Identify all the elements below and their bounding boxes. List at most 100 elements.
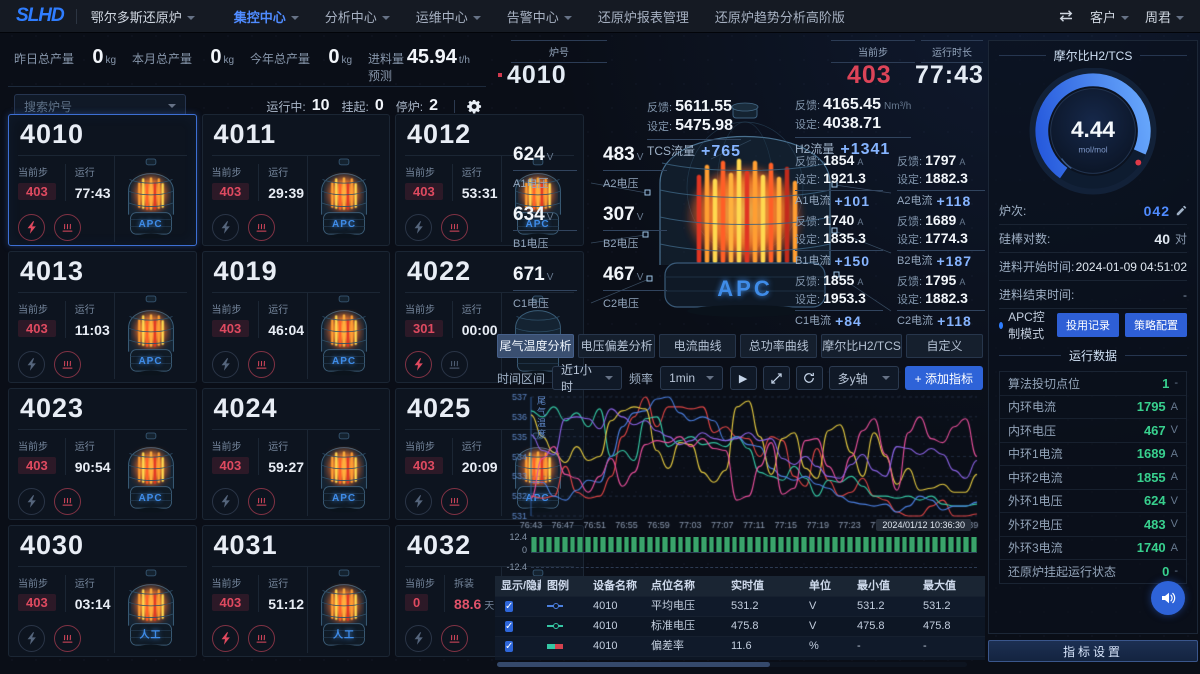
play-button[interactable]: ▶	[730, 366, 757, 390]
current-step: 当前步 403	[212, 438, 259, 475]
nav-menu-item[interactable]: 还原炉报表管理	[598, 7, 689, 26]
chevron-down-icon	[564, 16, 572, 20]
furnace-no-label: 炉号	[511, 40, 607, 63]
runtime-data-list: 算法投切点位 1 - 内环电流 1795 A 内环电压 467 V 中环1电流 …	[999, 371, 1187, 584]
gauge-title-row: 摩尔比H2/TCS	[999, 43, 1187, 67]
voltage-item: 634V B1电压	[513, 204, 577, 251]
data-label: 还原炉挂起运行状态	[1008, 563, 1116, 580]
fullscreen-icon[interactable]	[763, 366, 790, 390]
runtime-data-row: 内环电压 467 V	[1000, 419, 1186, 443]
navigator-baseline	[531, 567, 977, 568]
data-value: 1	[1162, 376, 1169, 391]
unit: %	[803, 637, 851, 656]
furnace-thumbnail: APC	[114, 293, 187, 379]
heat-icon	[441, 488, 468, 515]
data-unit: V	[1171, 518, 1178, 530]
user-menu-item[interactable]: 周君	[1145, 7, 1184, 26]
runtime-data-row: 算法投切点位 1 -	[1000, 372, 1186, 396]
furnace-card[interactable]: 4024 当前步 403 运行 59:27	[202, 388, 391, 520]
voltage-item: 483V A2电压	[603, 144, 667, 191]
run-time: 运行 77:43	[65, 164, 114, 201]
current-step: 当前步 403	[212, 164, 259, 201]
power-icon	[18, 488, 45, 515]
nav-menu-item[interactable]: 分析中心	[325, 7, 390, 26]
point-name: 平均电压	[645, 597, 725, 616]
divider	[454, 100, 455, 113]
current-item: 反馈: 1740 A 设定: 1835.3 B1电流+150	[795, 212, 883, 269]
runtime-data-row: 内环电流 1795 A	[1000, 396, 1186, 420]
furnace-card[interactable]: 4013 当前步 403 运行 11:03	[8, 251, 197, 383]
analysis-tab[interactable]: 自定义	[906, 334, 983, 358]
furnace-thumbnail: 人工	[114, 567, 187, 653]
navigator-bars[interactable]	[531, 537, 977, 553]
chevron-down-icon	[168, 104, 176, 108]
stat-label: 昨日总产量	[14, 50, 74, 67]
nav-menu-item[interactable]: 告警中心	[507, 7, 572, 26]
kpi-panel: 摩尔比H2/TCS 4.44 mol/mol 炉次: 042 硅棒对数: 40 …	[988, 40, 1198, 634]
analysis-tab[interactable]: 总功率曲线	[740, 334, 817, 358]
visibility-checkbox[interactable]: ✓	[505, 621, 513, 632]
current-item: 反馈: 1795 A 设定: 1882.3 C2电流+118	[897, 272, 985, 329]
time-range-select[interactable]: 近1小时	[552, 366, 622, 390]
nav-menu-item[interactable]: 还原炉趋势分析高阶版	[715, 7, 845, 26]
usage-record-button[interactable]: 投用记录	[1057, 313, 1119, 337]
strategy-config-button[interactable]: 策略配置	[1125, 313, 1187, 337]
time-range-label: 时间区间	[497, 370, 545, 387]
device-name: 4010	[587, 637, 645, 656]
current-step: 当前步 301	[405, 301, 452, 338]
furnace-card[interactable]: 4023 当前步 403 运行 90:54	[8, 388, 197, 520]
app-logo: SLHD	[16, 5, 64, 27]
multi-axis-select[interactable]: 多y轴	[829, 366, 899, 390]
furnace-card[interactable]: 4030 当前步 403 运行 03:14	[8, 525, 197, 657]
apc-control-row: APC控制模式 投用记录 策略配置	[999, 309, 1187, 341]
analysis-tabs: 尾气温度分析电压偏差分析电流曲线总功率曲线摩尔比H2/TCS自定义	[497, 334, 983, 358]
add-metric-button[interactable]: + 添加指标	[905, 366, 983, 390]
current-step: 当前步 403	[18, 164, 65, 201]
run-time: 拆装 88.6天	[444, 575, 494, 612]
scrollbar-thumb[interactable]	[497, 662, 770, 667]
furnace-id: 4024	[212, 392, 381, 430]
stat-label: 今年总产量	[250, 50, 310, 67]
furnace-card[interactable]: 4019 当前步 403 运行 46:04	[202, 251, 391, 383]
gear-icon[interactable]	[467, 99, 482, 114]
visibility-checkbox[interactable]: ✓	[505, 641, 513, 652]
user-menu-item[interactable]: 客户	[1090, 7, 1129, 26]
analysis-tab[interactable]: 尾气温度分析	[497, 334, 574, 358]
chart-navigator[interactable]: 12.4 0 -12.4	[495, 534, 985, 572]
plant-selector[interactable]: 鄂尔多斯还原炉	[91, 7, 195, 26]
table-header: 显示/隐藏图例设备名称 点位名称实时值单位 最小值最大值当前页平	[495, 576, 985, 597]
data-unit: V	[1171, 424, 1178, 436]
refresh-icon[interactable]	[796, 366, 823, 390]
metric-settings-button[interactable]: 指标设置	[988, 640, 1198, 662]
data-unit: A	[1171, 471, 1178, 483]
speaker-button[interactable]	[1151, 581, 1185, 615]
nav-menu-item[interactable]: 集控中心	[234, 7, 299, 26]
stat-label: 本月总产量	[132, 50, 192, 67]
control-mode-label: 人工	[308, 626, 380, 641]
data-label: 内环电压	[1008, 422, 1056, 439]
runtime-data-row: 外环2电压 483 V	[1000, 513, 1186, 537]
edit-icon[interactable]	[1176, 205, 1187, 216]
frequency-select[interactable]: 1min	[660, 366, 723, 390]
trend-chart[interactable]: 尾气温度 2024/01/12 10:36:30	[495, 392, 985, 532]
run-time: 运行 20:09	[452, 438, 501, 475]
current-step: 当前步 403	[405, 438, 452, 475]
data-label: 中环2电流	[1008, 469, 1063, 486]
furnace-card[interactable]: 4010 当前步 403 运行 77:43	[8, 114, 197, 246]
switch-icon[interactable]	[1058, 9, 1074, 23]
step-badge: 403	[18, 457, 56, 474]
visibility-checkbox[interactable]: ✓	[505, 601, 513, 612]
furnace-card[interactable]: 4011 当前步 403 运行 29:39	[202, 114, 391, 246]
horizontal-scrollbar[interactable]	[497, 662, 967, 667]
voltage-item: 624V A1电压	[513, 144, 577, 191]
analysis-tab[interactable]: 电压偏差分析	[578, 334, 655, 358]
current-item: 反馈: 1854 A 设定: 1921.3 A1电流+101	[795, 152, 883, 209]
power-icon	[405, 488, 432, 515]
analysis-tab[interactable]: 电流曲线	[659, 334, 736, 358]
current-row: 反馈: 1740 A 设定: 1835.3 B1电流+150 反馈: 1689 …	[795, 212, 985, 269]
data-value: 467	[1144, 423, 1166, 438]
nav-max-label: 12.4	[497, 532, 527, 542]
nav-menu-item[interactable]: 运维中心	[416, 7, 481, 26]
analysis-tab[interactable]: 摩尔比H2/TCS	[821, 334, 902, 358]
furnace-card[interactable]: 4031 当前步 403 运行 51:12	[202, 525, 391, 657]
